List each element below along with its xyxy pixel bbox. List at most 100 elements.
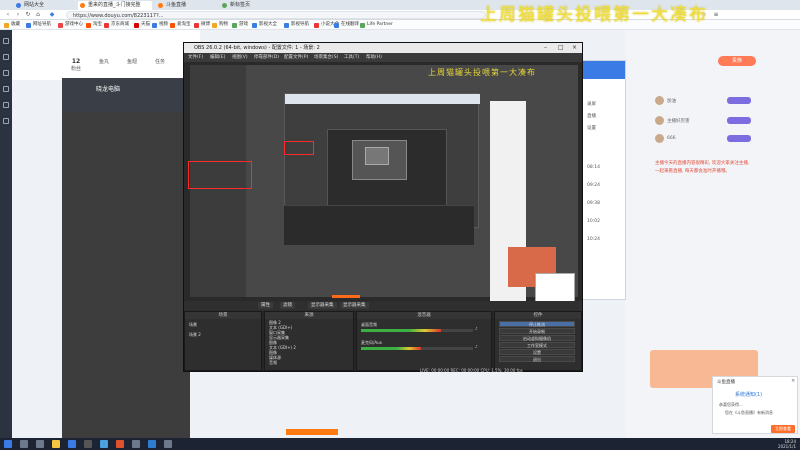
dock-row[interactable]: 设置 xyxy=(587,125,596,131)
app-icon[interactable] xyxy=(100,440,108,448)
page-top-nav xyxy=(12,30,200,80)
dock-row[interactable]: 直播 xyxy=(587,113,596,119)
mixer-track-label: 桌面音频 xyxy=(361,322,377,327)
bookmark[interactable]: 在线翻译 xyxy=(334,21,359,29)
browser-tab[interactable]: 斗鱼直播 xyxy=(156,1,216,10)
menu-profile[interactable]: 配置文件(P) xyxy=(284,54,308,60)
bookmark[interactable]: 爱淘宝 xyxy=(170,21,191,29)
start-recording-button[interactable]: 开始录制 xyxy=(499,328,575,334)
left-sidebar xyxy=(0,30,12,438)
back-icon[interactable]: ‹ xyxy=(4,11,12,19)
nested-obs-capture-3 xyxy=(365,147,389,165)
properties-button[interactable]: 属性 xyxy=(258,302,273,309)
forward-icon[interactable]: › xyxy=(14,11,22,19)
speaker-icon[interactable]: ♪ xyxy=(475,326,478,331)
history-icon[interactable] xyxy=(3,118,9,124)
close-icon[interactable]: × xyxy=(572,43,577,53)
bookmark[interactable]: 网址导航 xyxy=(26,21,51,29)
scene-item[interactable]: 场景 2 xyxy=(189,332,201,338)
bookmark[interactable]: 京东商城 xyxy=(104,21,129,29)
bookmark[interactable]: 微博 xyxy=(194,21,210,29)
nav-stat[interactable]: 鱼翅 xyxy=(120,58,144,65)
exit-button[interactable]: 退出 xyxy=(499,356,575,362)
nested-orange-bar xyxy=(332,295,360,298)
selection-box[interactable] xyxy=(188,161,252,189)
taskbar-clock[interactable]: 18:24 2021/1/1 xyxy=(768,439,796,449)
obs-preview[interactable]: 上周猫罐头投喂第一大凑布 xyxy=(188,65,578,303)
display-capture-button[interactable]: 显示器采集 xyxy=(340,302,369,309)
dock-row[interactable]: 录屏 xyxy=(587,101,596,107)
app-icon[interactable] xyxy=(164,440,172,448)
audio-meter xyxy=(361,329,441,332)
bookmark[interactable]: 视频 xyxy=(152,21,168,29)
selection-box[interactable] xyxy=(284,141,314,155)
bookmark[interactable]: Life Partner xyxy=(360,21,393,29)
menu-docks[interactable]: 停靠部件(D) xyxy=(254,54,279,60)
page-icon xyxy=(222,3,227,8)
bookmark[interactable]: 游戏 xyxy=(232,21,248,29)
streamer-card[interactable] xyxy=(62,78,190,112)
bookmark[interactable]: 淘宝 xyxy=(86,21,102,29)
dock-header xyxy=(583,61,625,79)
browser-tab[interactable]: 新标签页 xyxy=(220,1,278,10)
scene-item[interactable]: 场景 xyxy=(189,322,197,328)
address-input[interactable]: https://www.douyu.com/8223117?... xyxy=(66,11,486,19)
nav-stat[interactable]: 12 粉丝 xyxy=(64,58,88,72)
maximize-icon[interactable]: □ xyxy=(558,43,564,53)
notification-app: 斗鱼直播 xyxy=(717,380,735,385)
folder-icon[interactable] xyxy=(52,440,60,448)
menu-view[interactable]: 视图(V) xyxy=(232,54,248,60)
app-icon[interactable] xyxy=(132,440,140,448)
mixer-track-label: 麦克风/Aux xyxy=(361,340,382,345)
virtual-camera-button[interactable]: 启动虚拟摄像机 xyxy=(499,335,575,341)
category-icon[interactable] xyxy=(3,54,9,60)
start-icon[interactable] xyxy=(4,440,12,448)
bookmark[interactable]: 游戏中心 xyxy=(58,21,83,29)
bookmark[interactable]: 影视大全 xyxy=(252,21,277,29)
browser-icon[interactable] xyxy=(68,440,76,448)
game-icon[interactable] xyxy=(3,86,9,92)
home-icon[interactable]: ⌂ xyxy=(34,11,42,19)
mixer-panel: 混音器 桌面音频 麦克风/Aux ♪ ♪ xyxy=(356,311,492,371)
sources-panel: 来源 图像 2 文本 (GDI+) 窗口采集 显示器采集 图像 文本 (GDI+… xyxy=(264,311,354,371)
app-icon[interactable] xyxy=(148,440,156,448)
view-now-button[interactable]: 立即查看 xyxy=(771,425,795,433)
level-badge xyxy=(727,135,751,142)
close-icon[interactable]: × xyxy=(791,378,795,384)
menu-edit[interactable]: 编辑(E) xyxy=(210,54,225,60)
app-icon[interactable] xyxy=(116,440,124,448)
home-icon[interactable] xyxy=(3,38,9,44)
task-view-icon[interactable] xyxy=(36,440,44,448)
search-icon[interactable] xyxy=(20,440,28,448)
nav-stat[interactable]: 任务 xyxy=(148,58,172,65)
minimize-icon[interactable]: – xyxy=(544,43,547,53)
settings-button[interactable]: 设置 xyxy=(499,349,575,355)
obs-icon[interactable] xyxy=(84,440,92,448)
bookmark[interactable]: 购物 xyxy=(212,21,228,29)
filters-button[interactable]: 滤镜 xyxy=(280,302,295,309)
menu-tools[interactable]: 工具(T) xyxy=(344,54,359,60)
display-capture-button[interactable]: 显示器采集 xyxy=(308,302,337,309)
source-item[interactable]: 音频 xyxy=(269,360,277,366)
obs-window: OBS 26.0.2 (64-bit, windows) - 配置文件: 1 -… xyxy=(183,42,583,372)
speaker-icon[interactable]: ♪ xyxy=(475,344,478,349)
stop-streaming-button[interactable]: 停止推流 xyxy=(499,321,575,327)
browser-tab[interactable]: 网站大全 xyxy=(14,1,74,10)
video-icon[interactable] xyxy=(3,70,9,76)
menu-file[interactable]: 文件(F) xyxy=(188,54,203,60)
bookmark[interactable]: 收藏 xyxy=(4,21,20,29)
obs-docks: 场景 场景 场景 2 来源 图像 2 文本 (GDI+) 窗口采集 显示器采集 … xyxy=(184,311,582,371)
bookmark[interactable]: 影视导航 xyxy=(284,21,309,29)
browser-tab-active[interactable]: 重来的直播_斗门接完整 xyxy=(78,1,152,10)
refresh-icon[interactable]: ↻ xyxy=(24,11,32,19)
avatar xyxy=(655,134,664,143)
studio-mode-button[interactable]: 工作室模式 xyxy=(499,342,575,348)
dock-row: 08:14 xyxy=(587,165,600,170)
menu-scene-collection[interactable]: 场景集合(S) xyxy=(314,54,338,60)
noble-badge[interactable]: 贵族 xyxy=(718,56,756,66)
menu-help[interactable]: 帮助(H) xyxy=(366,54,382,60)
bookmark[interactable]: 天猫 xyxy=(134,21,150,29)
nav-stat[interactable]: 鱼丸 xyxy=(92,58,116,65)
notification-line: 恭喜您获得... xyxy=(719,402,743,407)
star-icon[interactable] xyxy=(3,102,9,108)
